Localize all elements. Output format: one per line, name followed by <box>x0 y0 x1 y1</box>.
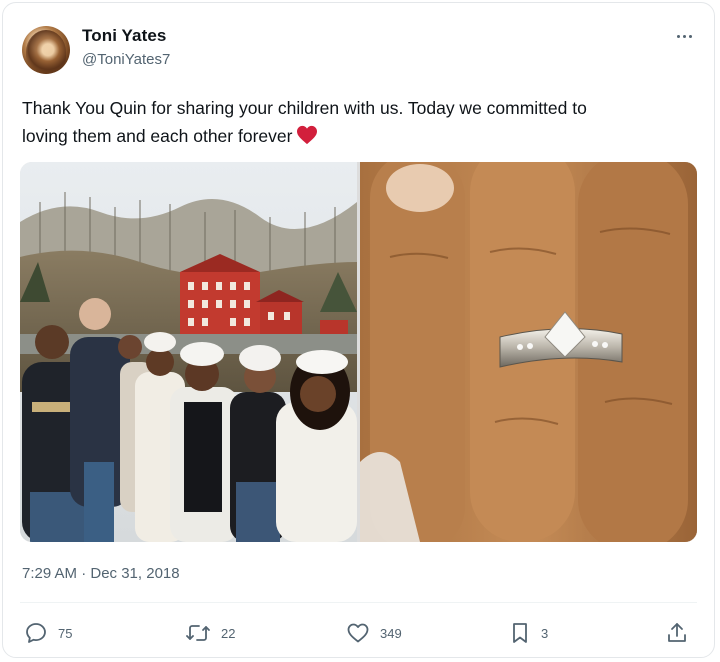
avatar-photo <box>26 30 66 74</box>
bookmark-button[interactable]: 3 <box>509 618 548 648</box>
author-handle[interactable]: @ToniYates7 <box>82 51 170 68</box>
tweet-media[interactable] <box>20 162 697 542</box>
reply-button[interactable]: 75 <box>24 618 72 648</box>
retweet-icon <box>186 625 210 641</box>
tweet-actions: 75 22 349 3 <box>0 618 720 648</box>
red-heart-emoji-icon <box>297 125 318 145</box>
author-avatar[interactable] <box>22 26 70 74</box>
heart-icon <box>347 623 369 643</box>
bookmark-icon <box>513 623 527 643</box>
divider <box>20 602 697 603</box>
share-button[interactable] <box>666 618 688 648</box>
ring-photo[interactable] <box>360 162 697 542</box>
bookmark-count: 3 <box>541 625 549 641</box>
tweet-text: Thank You Quin for sharing your children… <box>22 94 702 150</box>
retweet-count: 22 <box>221 625 236 641</box>
ring-photo-image <box>360 162 697 542</box>
reply-icon <box>26 623 46 643</box>
tweet-timestamp[interactable]: 7:29 AM · Dec 31, 2018 <box>22 565 180 582</box>
group-photo-image <box>20 162 357 542</box>
tweet-text-line-2-text: loving them and each other forever <box>22 126 293 146</box>
reply-count: 75 <box>58 625 73 641</box>
author-name[interactable]: Toni Yates <box>82 26 166 46</box>
more-options-icon[interactable] <box>672 26 696 46</box>
tweet-text-line-2: loving them and each other forever <box>22 122 702 150</box>
page: Toni Yates @ToniYates7 Thank You Quin fo… <box>0 0 720 662</box>
like-count: 349 <box>380 625 402 641</box>
retweet-button[interactable]: 22 <box>185 618 235 648</box>
group-photo[interactable] <box>20 162 357 542</box>
like-button[interactable]: 349 <box>346 618 402 648</box>
tweet-text-line-1: Thank You Quin for sharing your children… <box>22 98 587 118</box>
share-icon <box>668 623 686 642</box>
